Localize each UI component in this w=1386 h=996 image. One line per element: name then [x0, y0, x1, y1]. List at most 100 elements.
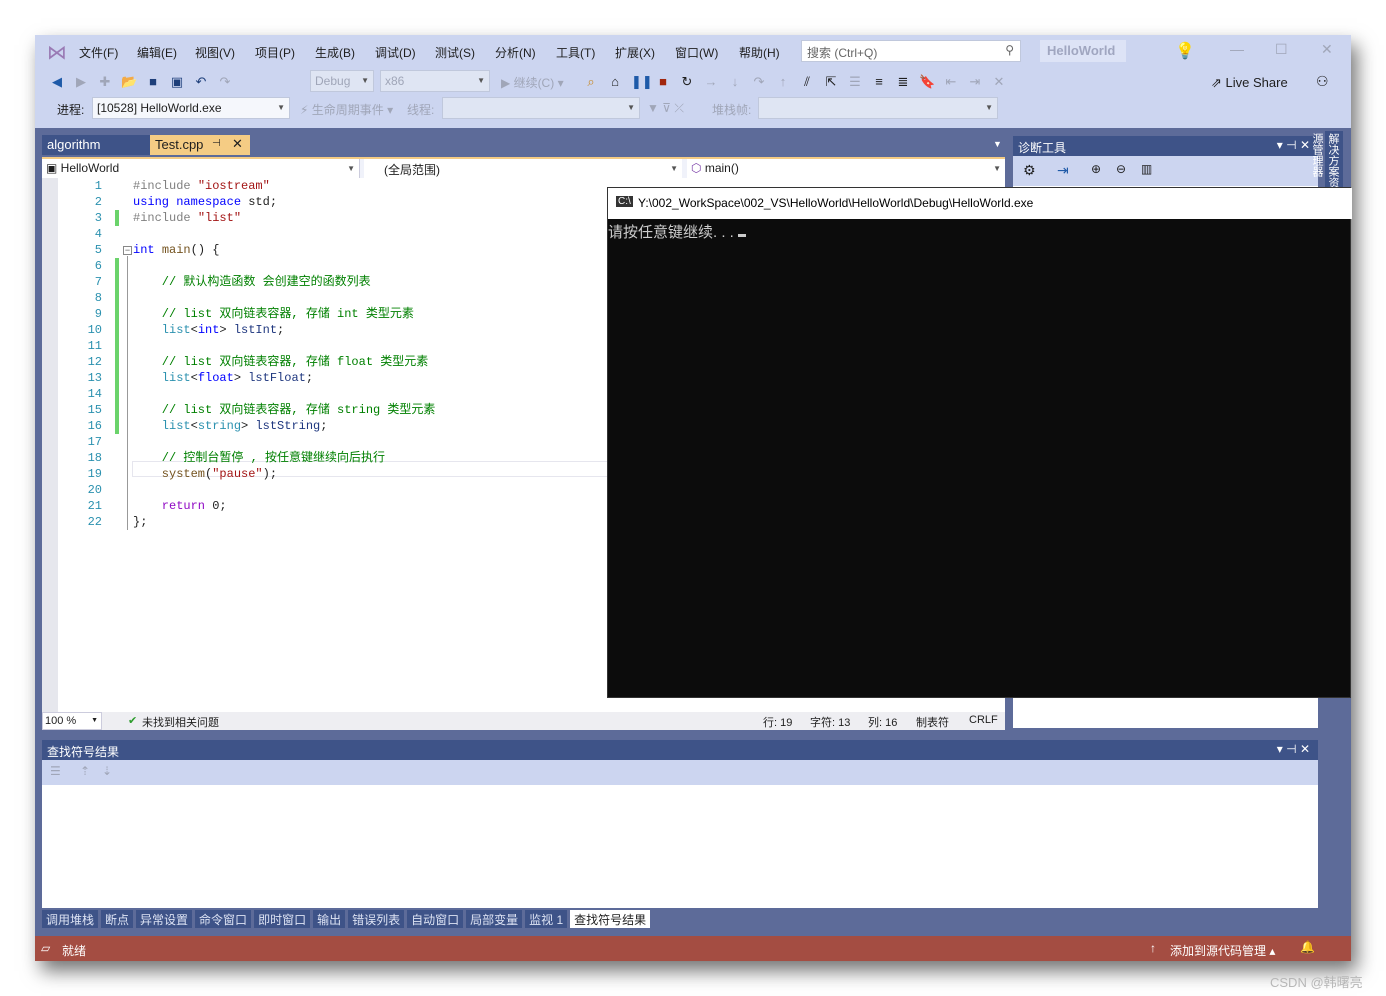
- clear-bookmarks-icon[interactable]: ✕: [991, 74, 1007, 90]
- feedback-icon[interactable]: 💡: [1175, 41, 1195, 61]
- search-input[interactable]: 搜索 (Ctrl+Q) ⚲: [801, 40, 1021, 62]
- issues-status[interactable]: 未找到相关问题: [142, 714, 219, 730]
- step-into-icon[interactable]: ↓: [727, 74, 743, 90]
- tab-list-dropdown[interactable]: ▼: [993, 139, 1002, 149]
- tab-algorithm[interactable]: algorithm: [42, 135, 150, 155]
- menu-item[interactable]: 测试(S): [435, 44, 475, 61]
- new-item-icon[interactable]: ✚: [97, 74, 113, 90]
- pin-icon[interactable]: ⊣: [212, 138, 221, 149]
- project-dropdown[interactable]: ▣ HelloWorld ▼: [42, 159, 360, 178]
- panel-controls-icon[interactable]: ▾ ⊣ ✕: [1277, 742, 1310, 756]
- line-number: 19: [87, 467, 102, 481]
- bottom-tab[interactable]: 异常设置: [136, 910, 193, 928]
- close-tab-icon[interactable]: ✕: [232, 136, 243, 152]
- save-icon[interactable]: ■: [145, 74, 161, 90]
- home-icon[interactable]: ⌂: [607, 74, 623, 90]
- uncomment-icon[interactable]: ☰: [847, 74, 863, 90]
- menu-item[interactable]: 帮助(H): [739, 44, 780, 61]
- bottom-tab[interactable]: 即时窗口: [254, 910, 311, 928]
- side-tab-solution-explorer[interactable]: 解决方案资源管理器: [1311, 131, 1343, 191]
- editor-status-bar: 100 % ▼ ✔ 未找到相关问题 行: 19 字符: 13 列: 16 制表符 …: [42, 712, 1005, 730]
- bottom-tab[interactable]: 错误列表: [348, 910, 405, 928]
- zoom-out-icon[interactable]: ⊖: [1116, 162, 1126, 176]
- thread-dropdown[interactable]: ▼: [442, 97, 640, 119]
- process-dropdown[interactable]: [10528] HelloWorld.exe ▼: [92, 97, 290, 119]
- lifecycle-events-button[interactable]: ⚡ 生命周期事件 ▾: [300, 101, 393, 118]
- comment-icon[interactable]: ≡: [871, 74, 887, 90]
- stack-frame-dropdown[interactable]: ▼: [758, 97, 998, 119]
- redo-icon[interactable]: ↷: [217, 74, 233, 90]
- collapse-icon[interactable]: −: [123, 246, 132, 255]
- config-dropdown[interactable]: Debug ▼: [310, 70, 374, 92]
- tab-label: Test.cpp: [155, 137, 204, 152]
- find-icon[interactable]: ⌕: [583, 74, 599, 90]
- notifications-icon[interactable]: 🔔: [1300, 940, 1315, 954]
- export-icon[interactable]: ⇥: [1057, 162, 1069, 179]
- source-control-button[interactable]: 添加到源代码管理 ▴: [1170, 942, 1275, 959]
- code-token: std;: [248, 195, 278, 209]
- menu-item[interactable]: 扩展(X): [615, 44, 655, 61]
- next-icon[interactable]: ⇣: [102, 764, 112, 778]
- next-bookmark-icon[interactable]: ⇥: [967, 74, 983, 90]
- bottom-tab[interactable]: 输出: [313, 910, 346, 928]
- bottom-tab[interactable]: 断点: [101, 910, 134, 928]
- status-bar: ▱ 就绪 ↑ 添加到源代码管理 ▴ 🔔: [35, 936, 1351, 961]
- console-window[interactable]: C:\ Y:\002_WorkSpace\002_VS\HelloWorld\He…: [607, 187, 1352, 698]
- filter-icon[interactable]: ▼ ⊽ ⤫: [647, 101, 684, 116]
- tab-test-cpp[interactable]: Test.cpp ⊣ ✕: [150, 135, 250, 155]
- prev-bookmark-icon[interactable]: ⇤: [943, 74, 959, 90]
- step-out-icon[interactable]: ↑: [775, 74, 791, 90]
- bottom-tab[interactable]: 命令窗口: [195, 910, 252, 928]
- open-file-icon[interactable]: 📂: [121, 74, 137, 90]
- menu-item[interactable]: 项目(P): [255, 44, 295, 61]
- restart-icon[interactable]: ↻: [679, 74, 695, 90]
- zoom-dropdown[interactable]: 100 % ▼: [42, 712, 102, 730]
- indent-indicator[interactable]: 制表符: [916, 714, 949, 730]
- menu-item[interactable]: 文件(F): [79, 44, 118, 61]
- prev-icon[interactable]: ⇡: [80, 764, 90, 778]
- list-icon[interactable]: ☰: [50, 764, 61, 778]
- settings-icon[interactable]: ⚙: [1023, 162, 1036, 179]
- panel-controls-icon[interactable]: ▾ ⊣ ✕: [1277, 138, 1310, 152]
- undo-icon[interactable]: ↶: [193, 74, 209, 90]
- maximize-button[interactable]: ☐: [1275, 41, 1288, 58]
- step-over-icon[interactable]: ↷: [751, 74, 767, 90]
- pause-icon[interactable]: ❚❚: [631, 74, 653, 90]
- code-line: };: [133, 514, 147, 530]
- bottom-tab[interactable]: 自动窗口: [407, 910, 464, 928]
- format-icon[interactable]: ≣: [895, 74, 911, 90]
- bottom-tab[interactable]: 监视 1: [525, 910, 568, 928]
- menu-item[interactable]: 工具(T): [556, 44, 595, 61]
- forward-icon[interactable]: ▶: [73, 74, 89, 90]
- live-share-button[interactable]: ⇗ Live Share: [1211, 75, 1288, 91]
- chart-icon[interactable]: ▥: [1141, 162, 1152, 176]
- continue-button[interactable]: ▶ 继续(C) ▾: [501, 74, 564, 91]
- menu-item[interactable]: 分析(N): [495, 44, 536, 61]
- hot-reload-icon[interactable]: ⫽: [799, 74, 815, 90]
- menu-item[interactable]: 视图(V): [195, 44, 235, 61]
- menu-item[interactable]: 窗口(W): [675, 44, 718, 61]
- account-icon[interactable]: ⚇: [1316, 73, 1329, 90]
- stop-icon[interactable]: ■: [655, 74, 671, 90]
- navigation-bar: ▣ HelloWorld ▼ (全局范围) ▼ ⬡ main() ▼: [42, 157, 1005, 178]
- line-number: 10: [87, 323, 102, 337]
- bottom-tab[interactable]: 局部变量: [466, 910, 523, 928]
- save-all-icon[interactable]: ▣: [169, 74, 185, 90]
- show-next-statement-icon[interactable]: →: [703, 74, 719, 90]
- bottom-tab[interactable]: 查找符号结果: [570, 910, 651, 928]
- menu-item[interactable]: 生成(B): [315, 44, 355, 61]
- console-text: 请按任意键继续. . .: [608, 224, 739, 241]
- zoom-in-icon[interactable]: ⊕: [1091, 162, 1101, 176]
- close-button[interactable]: ✕: [1321, 41, 1333, 58]
- back-icon[interactable]: ◀: [49, 74, 65, 90]
- platform-dropdown[interactable]: x86 ▼: [380, 70, 490, 92]
- bookmark-icon[interactable]: 🔖: [919, 74, 935, 90]
- menu-item[interactable]: 编辑(E): [137, 44, 177, 61]
- bottom-tab[interactable]: 调用堆栈: [42, 910, 99, 928]
- scope-dropdown[interactable]: (全局范围) ▼: [364, 159, 682, 178]
- toggle-pointer-icon[interactable]: ⇱: [823, 74, 839, 90]
- minimize-button[interactable]: —: [1230, 41, 1244, 57]
- eol-indicator[interactable]: CRLF: [969, 714, 998, 726]
- member-dropdown[interactable]: ⬡ main() ▼: [687, 159, 1005, 178]
- menu-item[interactable]: 调试(D): [375, 44, 416, 61]
